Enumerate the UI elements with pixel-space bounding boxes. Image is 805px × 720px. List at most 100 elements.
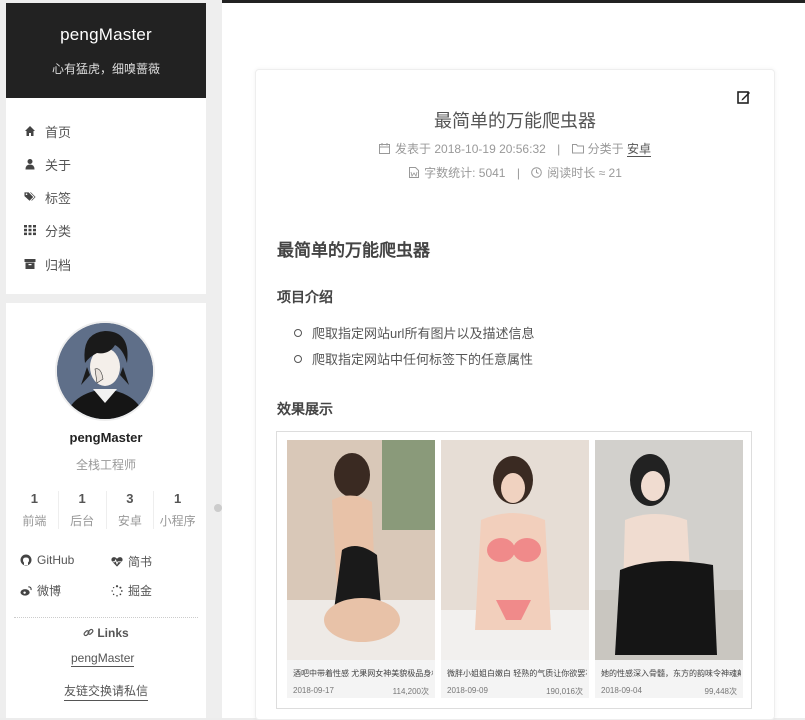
links-title-text: Links: [97, 626, 129, 640]
social-label: 微博: [37, 584, 62, 598]
friend-link-exchange[interactable]: 友链交换请私信: [64, 682, 149, 701]
gallery-card[interactable]: 她的性感深入骨髓，东方的韵味令神魂颠 2018-09-04 99,448次: [595, 440, 743, 698]
demo-screenshot: 酒吧中带着性感 尤果网女神美貌极品身材 2018-09-17 114,200次 …: [276, 431, 752, 709]
social-link-github[interactable]: GitHub: [20, 553, 74, 567]
meta-separator: |: [516, 166, 520, 180]
menu-item-label: 分类: [45, 223, 72, 239]
user-icon: [24, 158, 36, 170]
readtime-label: 阅读时长 ≈: [547, 166, 606, 180]
menu-item-archives[interactable]: 归档: [24, 254, 71, 274]
menu-item-tags[interactable]: 标签: [24, 187, 71, 207]
gallery-date: 2018-09-09: [447, 686, 488, 695]
menu-item-label: 首页: [45, 124, 72, 140]
menu-item-categories[interactable]: 分类: [24, 220, 71, 240]
post-meta-stats: 字数统计: 5041 | 阅读时长 ≈ 21: [256, 164, 774, 181]
gallery-views: 114,200次: [392, 687, 429, 696]
stat-count: 3: [126, 491, 134, 506]
stat-label: 后台: [70, 514, 95, 528]
tags-icon: [24, 191, 36, 203]
link-icon: [83, 627, 94, 641]
list-item: 爬取指定网站中任何标签下的任意属性: [294, 349, 533, 368]
menu-item-label: 归档: [45, 257, 72, 273]
gallery-date: 2018-09-17: [293, 686, 334, 695]
spinner-icon: [111, 584, 123, 597]
section-heading-demo: 效果展示: [277, 401, 333, 417]
stat-label: 前端: [22, 514, 47, 528]
calendar-icon: [379, 143, 390, 154]
stat-count: 1: [174, 491, 182, 506]
list-item: 爬取指定网站url所有图片以及描述信息: [294, 323, 534, 342]
weibo-icon: [20, 585, 32, 597]
stat-label: 小程序: [159, 514, 196, 528]
post-meta-line: 发表于 2018-10-19 20:56:32 | 分类于 安卓: [256, 140, 774, 157]
list-item-text: 爬取指定网站中任何标签下的任意属性: [312, 352, 534, 367]
social-label: 简书: [128, 555, 153, 569]
stat-count: 1: [30, 491, 38, 506]
stat-android[interactable]: 3 安卓: [107, 491, 155, 529]
social-label: 掘金: [128, 584, 153, 598]
site-stats: 1 前端 1 后台 3 安卓 1 小程序: [11, 491, 201, 529]
sidebar-toggle-dot[interactable]: [214, 504, 222, 512]
category-label: 分类于: [587, 142, 624, 156]
author-name: pengMaster: [69, 430, 143, 445]
social-link-weibo[interactable]: 微博: [20, 582, 61, 599]
stat-frontend[interactable]: 1 前端: [11, 491, 59, 529]
menu-item-label: 关于: [45, 157, 72, 173]
heartbeat-icon: [111, 556, 123, 568]
home-icon: [24, 125, 36, 137]
readtime-value: 21: [608, 166, 622, 180]
site-title[interactable]: pengMaster: [6, 25, 206, 45]
gallery-photo: [595, 440, 743, 660]
list-item-text: 爬取指定网站url所有图片以及描述信息: [312, 326, 535, 341]
author-description: 全栈工程师: [75, 458, 136, 472]
th-icon: [24, 224, 36, 236]
site-subtitle: 心有猛虎，细嗅蔷薇: [51, 62, 160, 76]
posted-date: 2018-10-19 20:56:32: [434, 142, 546, 156]
links-heading: Links: [6, 626, 206, 641]
social-label: GitHub: [37, 553, 75, 567]
posted-label: 发表于: [395, 142, 432, 156]
profile-panel: pengMaster 全栈工程师 1 前端 1 后台 3 安卓 1 小程序 Gi…: [6, 303, 206, 718]
menu-item-about[interactable]: 关于: [24, 154, 71, 174]
gallery-card[interactable]: 酒吧中带着性感 尤果网女神美貌极品身材 2018-09-17 114,200次: [287, 440, 435, 698]
main-menu: 首页 关于 标签 分类 归档: [6, 98, 206, 294]
stat-backend[interactable]: 1 后台: [59, 491, 107, 529]
post-article: 最简单的万能爬虫器 发表于 2018-10-19 20:56:32 | 分类于 …: [255, 69, 775, 720]
folder-icon: [571, 143, 584, 154]
stat-miniprogram[interactable]: 1 小程序: [154, 491, 201, 529]
wordcount-value: 5041: [478, 166, 506, 180]
gallery-caption: 酒吧中带着性感 尤果网女神美貌极品身材: [293, 669, 433, 678]
avatar: [55, 321, 155, 421]
social-link-juejin[interactable]: 掘金: [111, 582, 152, 599]
links-divider: [14, 617, 198, 618]
gallery-views: 190,016次: [546, 687, 583, 696]
friend-link-pengmaster[interactable]: pengMaster: [71, 651, 135, 667]
gallery-photo: [441, 440, 589, 660]
menu-item-label: 标签: [45, 190, 72, 206]
post-heading: 最简单的万能爬虫器: [277, 241, 430, 260]
gallery-caption: 她的性感深入骨髓，东方的韵味令神魂颠: [601, 669, 741, 678]
gallery-photo: [287, 440, 435, 660]
gallery-views: 99,448次: [704, 687, 737, 696]
github-icon: [20, 554, 32, 566]
file-word-icon: [408, 167, 419, 178]
wordcount-label: 字数统计:: [424, 166, 476, 180]
meta-separator: |: [557, 142, 561, 156]
post-category-link[interactable]: 安卓: [626, 142, 651, 157]
menu-item-home[interactable]: 首页: [24, 121, 71, 141]
archive-icon: [24, 258, 36, 270]
stat-count: 1: [78, 491, 86, 506]
stat-label: 安卓: [117, 514, 142, 528]
gallery-card[interactable]: 微胖小姐姐白嫩白 轻熟的气质让你欲罢不 2018-09-09 190,016次: [441, 440, 589, 698]
sidebar: pengMaster 心有猛虎，细嗅蔷薇 首页 关于 标签 分类 归档 peng…: [0, 0, 222, 718]
gallery-date: 2018-09-04: [601, 686, 642, 695]
section-heading-intro: 项目介绍: [277, 289, 333, 305]
gallery-caption: 微胖小姐姐白嫩白 轻熟的气质让你欲罢不: [447, 669, 587, 678]
clock-icon: [531, 167, 543, 178]
bullet-icon: [294, 328, 302, 337]
edit-icon[interactable]: [737, 90, 751, 104]
bullet-icon: [294, 354, 302, 363]
site-brand[interactable]: pengMaster 心有猛虎，细嗅蔷薇: [6, 3, 206, 98]
post-title[interactable]: 最简单的万能爬虫器: [256, 107, 774, 133]
social-link-jianshu[interactable]: 简书: [111, 553, 152, 570]
